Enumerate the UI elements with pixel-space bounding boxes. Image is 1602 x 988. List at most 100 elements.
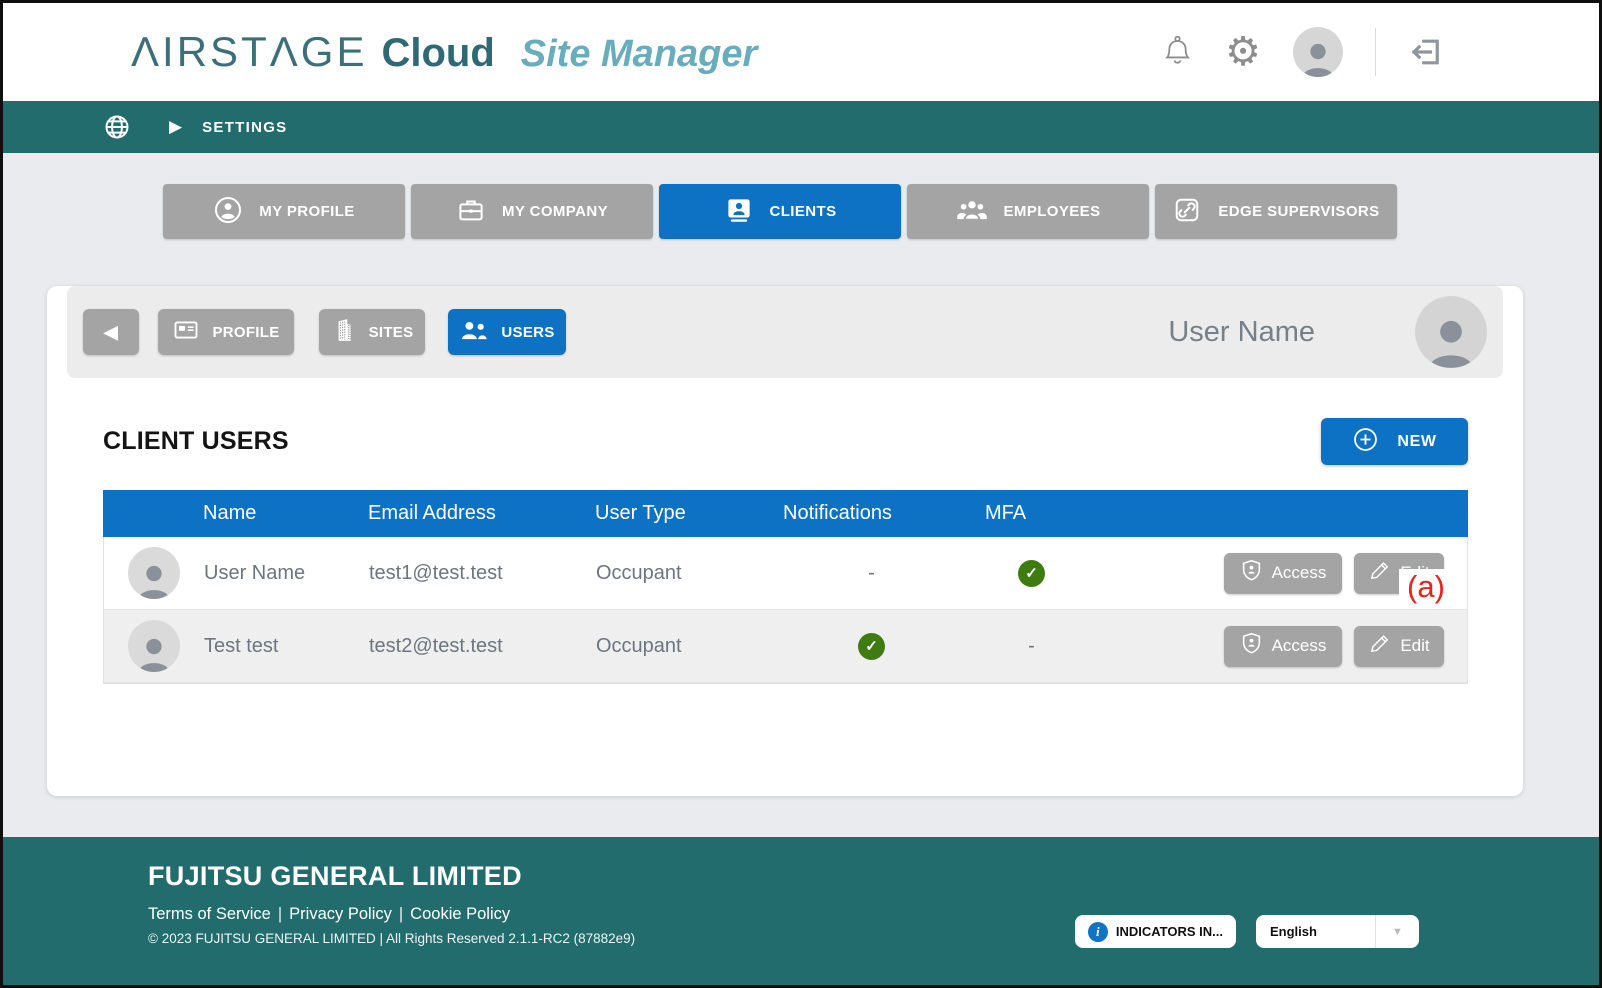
tab-clients[interactable]: CLIENTS [659, 184, 901, 239]
edit-button-label: Edit [1400, 636, 1429, 656]
cell-email: test2@test.test [369, 635, 596, 658]
top-header: ΛIRSTΛGE Cloud Site Manager ⚙ [3, 3, 1599, 101]
gear-icon[interactable]: ⚙ [1225, 32, 1261, 72]
column-header-name: Name [203, 502, 368, 525]
notifications-check-icon: ✓ [858, 633, 885, 660]
logo-cloud: Cloud [381, 31, 494, 76]
client-avatar [1415, 296, 1487, 368]
cell-mfa: ✓ [959, 560, 1104, 587]
access-button-label: Access [1272, 636, 1327, 656]
cell-actions: Access Edit [1104, 626, 1467, 667]
cell-user-type: Occupant [596, 562, 784, 585]
link-separator: | [278, 905, 282, 923]
id-badge-icon [724, 195, 754, 229]
app-window: ΛIRSTΛGE Cloud Site Manager ⚙ [0, 0, 1602, 988]
logo-product: Site Manager [521, 33, 758, 76]
tab-label: MY PROFILE [259, 203, 354, 220]
access-button[interactable]: Access [1224, 626, 1342, 667]
client-identity: User Name [1168, 296, 1487, 368]
users-icon [459, 319, 489, 346]
column-header-notifications: Notifications [783, 502, 958, 525]
building-icon [331, 317, 357, 347]
main-area: MY PROFILE MY COMPANY [3, 153, 1599, 837]
page-title: CLIENT USERS [103, 427, 289, 456]
cookie-policy-link[interactable]: Cookie Policy [410, 905, 510, 923]
info-icon: i [1088, 922, 1108, 942]
edit-button[interactable]: Edit [1354, 626, 1444, 667]
mfa-check-icon: ✓ [1018, 560, 1045, 587]
settings-tabs: MY PROFILE MY COMPANY [3, 153, 1599, 239]
header-icons: ⚙ [1162, 27, 1444, 77]
pencil-icon [1368, 559, 1391, 587]
tab-label: EMPLOYEES [1004, 203, 1101, 220]
tab-my-profile[interactable]: MY PROFILE [163, 184, 405, 239]
subnav-profile-button[interactable]: PROFILE [158, 309, 294, 355]
bell-icon[interactable] [1162, 35, 1193, 69]
cell-name: Test test [204, 635, 369, 658]
row-avatar-cell [104, 620, 204, 672]
client-users-table: Name Email Address User Type Notificatio… [103, 490, 1468, 684]
chevron-down-icon: ▼ [1375, 915, 1419, 948]
globe-icon[interactable] [103, 113, 131, 141]
subnav-users-button[interactable]: USERS [448, 309, 566, 355]
app-logo: ΛIRSTΛGE Cloud Site Manager [131, 28, 757, 76]
back-arrow-icon: ◀ [104, 322, 118, 343]
back-button[interactable]: ◀ [83, 309, 139, 355]
plus-circle-icon [1352, 426, 1379, 458]
annotation-label-a: (a) [1399, 569, 1453, 608]
table-row: Test test test2@test.test Occupant ✓ - [104, 610, 1467, 683]
breadcrumb: SETTINGS [202, 119, 287, 136]
cell-email: test1@test.test [369, 562, 596, 585]
indicators-info-button[interactable]: i INDICATORS IN... [1075, 915, 1236, 948]
user-avatar[interactable] [1293, 27, 1343, 77]
cell-mfa: - [959, 635, 1104, 658]
new-button-label: NEW [1397, 433, 1436, 451]
cell-notifications: ✓ [784, 633, 959, 660]
column-header-email: Email Address [368, 502, 595, 525]
link-separator: | [399, 905, 403, 923]
tab-my-company[interactable]: MY COMPANY [411, 184, 653, 239]
column-header-mfa: MFA [958, 502, 1103, 525]
indicators-button-label: INDICATORS IN... [1116, 924, 1223, 939]
table-row: User Name test1@test.test Occupant - ✓ [104, 537, 1467, 610]
cell-name: User Name [204, 562, 369, 585]
access-button[interactable]: Access [1224, 553, 1342, 594]
client-subnav: ◀ PROFILE [67, 286, 1503, 378]
new-user-button[interactable]: NEW [1321, 418, 1468, 465]
breadcrumb-bar: ▶ SETTINGS [3, 101, 1599, 153]
logo-airstage: ΛIRSTΛGE [131, 28, 367, 76]
shield-person-icon [1240, 558, 1263, 588]
row-avatar [128, 547, 180, 599]
link-square-icon [1172, 195, 1202, 229]
access-button-label: Access [1272, 563, 1327, 583]
footer: FUJITSU GENERAL LIMITED Terms of Service… [3, 837, 1599, 986]
logout-icon[interactable] [1408, 34, 1444, 70]
row-avatar [128, 620, 180, 672]
terms-of-service-link[interactable]: Terms of Service [148, 905, 271, 923]
cell-notifications: - [784, 562, 959, 585]
cell-user-type: Occupant [596, 635, 784, 658]
tab-label: MY COMPANY [502, 203, 608, 220]
client-name: User Name [1168, 316, 1315, 349]
tab-employees[interactable]: EMPLOYEES [907, 184, 1149, 239]
privacy-policy-link[interactable]: Privacy Policy [289, 905, 392, 923]
id-card-icon [172, 316, 200, 348]
subnav-label: PROFILE [212, 324, 279, 341]
my-profile-icon [213, 195, 243, 229]
subnav-sites-button[interactable]: SITES [319, 309, 425, 355]
table-header-row: Name Email Address User Type Notificatio… [103, 490, 1468, 537]
language-select[interactable]: English ▼ [1256, 915, 1419, 948]
header-divider [1375, 28, 1376, 76]
subnav-label: SITES [369, 324, 414, 341]
row-avatar-cell [104, 547, 204, 599]
language-selected-value: English [1256, 924, 1375, 939]
tab-label: CLIENTS [770, 203, 837, 220]
breadcrumb-arrow-icon: ▶ [169, 117, 182, 137]
tab-edge-supervisors[interactable]: EDGE SUPERVISORS [1155, 184, 1397, 239]
people-group-icon [956, 197, 988, 226]
shield-person-icon [1240, 631, 1263, 661]
content-header: CLIENT USERS NEW [47, 378, 1523, 465]
footer-actions: i INDICATORS IN... English ▼ [1075, 915, 1419, 948]
briefcase-icon [456, 195, 486, 229]
tab-label: EDGE SUPERVISORS [1218, 203, 1379, 220]
